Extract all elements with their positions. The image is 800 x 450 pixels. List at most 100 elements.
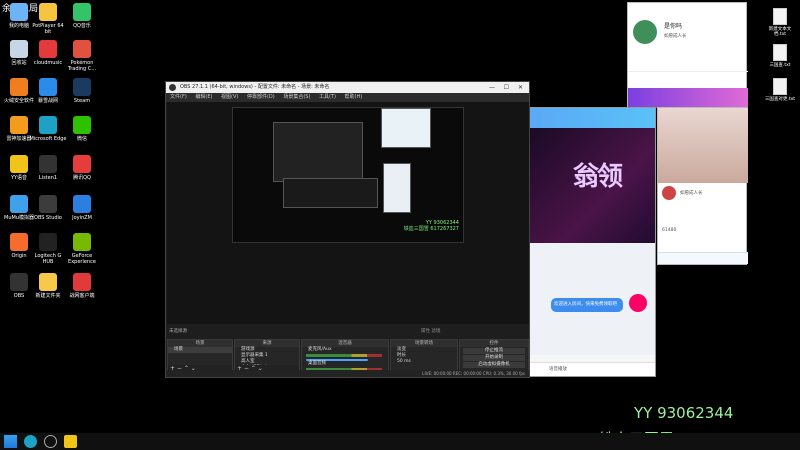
video-thumbnail[interactable] — [658, 108, 748, 183]
obs-logo-icon — [169, 84, 176, 91]
desktop-shortcut[interactable]: PotPlayer 64 bit — [29, 3, 67, 35]
profile-window[interactable]: 如愿成人长 61480 — [657, 107, 748, 265]
app-icon — [73, 155, 91, 173]
desktop-shortcut-label: Logitech G HUB — [34, 253, 62, 265]
profile-name: 如愿成人长 — [680, 191, 703, 196]
desktop-file-icon[interactable]: 新建文本文档.txt — [764, 8, 796, 37]
minimize-icon[interactable]: — — [489, 82, 495, 93]
desktop-shortcut[interactable]: 战网客户端 — [63, 273, 101, 299]
start-recording-button[interactable]: 开始录制 — [463, 355, 525, 361]
chat-bubble: 欢迎进入房间，快来免费领取吧 — [551, 298, 623, 312]
desktop-shortcut[interactable]: 暴雪战网 — [29, 78, 67, 104]
app-icon — [39, 273, 57, 291]
controls-dock-title: 控件 — [460, 340, 528, 347]
desktop-shortcut[interactable]: JoyinZM — [63, 195, 101, 221]
desktop-shortcut[interactable]: 腾讯QQ — [63, 155, 101, 181]
desktop-shortcut[interactable]: OBS Studio — [29, 195, 67, 221]
avatar[interactable] — [633, 20, 657, 44]
nested-obs-window — [273, 122, 363, 182]
menu-tools[interactable]: 工具(T) — [319, 94, 336, 100]
sources-dock-title: 来源 — [235, 340, 299, 347]
scenes-dock-title: 场景 — [168, 340, 232, 347]
profile-toolbar — [658, 252, 748, 264]
promo-banner[interactable] — [628, 88, 748, 108]
live-room-header[interactable] — [529, 108, 655, 128]
desktop-file-icon[interactable]: 三国查.txt — [764, 44, 796, 68]
no-source-selected-label: 未选择源 — [169, 329, 187, 334]
obs-taskbar-icon[interactable] — [44, 435, 57, 448]
app-icon — [10, 155, 28, 173]
desktop-file-icon[interactable]: 三国查对更.txt — [764, 78, 796, 102]
app-icon — [10, 273, 28, 291]
close-icon[interactable]: ✕ — [518, 82, 523, 93]
menu-help[interactable]: 帮助(H) — [345, 94, 363, 100]
menu-view[interactable]: 视图(V) — [221, 94, 238, 100]
mic-level-meter — [306, 354, 382, 357]
nested-chat-window — [383, 163, 411, 213]
desktop-file-label: 新建文本文档.txt — [768, 27, 792, 37]
desktop-shortcut[interactable]: Logitech G HUB — [29, 233, 67, 265]
menu-edit[interactable]: 编辑(E) — [195, 94, 212, 100]
desktop-shortcut-label: Pokémon Trading C... — [67, 60, 97, 72]
scene-item[interactable]: 场景 — [168, 347, 232, 353]
desktop-shortcut[interactable]: Steam — [63, 78, 101, 104]
text-file-icon — [773, 44, 787, 61]
start-menu-icon[interactable] — [4, 435, 17, 448]
app-icon — [73, 116, 91, 134]
edge-browser-icon[interactable] — [24, 435, 37, 448]
obs-statusbar: LIVE: 00:00:00 REC: 00:00:00 CPU: 0.3%, … — [166, 370, 529, 377]
obs-titlebar[interactable]: OBS 27.1.1 (64-bit, windows) - 配置文件: 未命名… — [166, 82, 529, 93]
desktop-shortcut[interactable]: 微信 — [63, 116, 101, 142]
chat-input-bar[interactable]: 语音播放 — [529, 362, 655, 376]
app-icon — [10, 195, 28, 213]
mini-chat-window[interactable]: 是你吗 如愿成人长 — [627, 2, 748, 108]
nested-mini-window — [381, 108, 431, 148]
app-icon — [73, 40, 91, 58]
desktop-file-label: 三国查对更.txt — [764, 97, 796, 102]
desktop-shortcut-label: GeForce Experience — [68, 253, 96, 265]
obs-preview-canvas[interactable]: YY 93062344 铁血三国雪 617267327 — [232, 107, 464, 243]
app-icon — [73, 3, 91, 21]
app-icon — [39, 3, 57, 21]
desktop-shortcut[interactable]: 新建文件夹 — [29, 273, 67, 299]
desktop-shortcut[interactable]: Microsoft Edge — [29, 116, 67, 142]
desktop-shortcut[interactable]: cloudmusic — [29, 40, 67, 66]
desktop-shortcut-label: Steam — [73, 98, 91, 104]
maximize-icon[interactable]: ☐ — [504, 82, 509, 93]
desktop-shortcut-label: 暴雪战网 — [37, 98, 58, 104]
desktop: 余生人局 我的电脑PotPlayer 64 bitQQ音乐回收站cloudmus… — [0, 0, 800, 450]
preview-overlay-text: YY 93062344 铁血三国雪 617267327 — [404, 220, 459, 232]
mini-tab-bar — [628, 71, 748, 85]
live-room-window[interactable]: 翁领 欢迎进入房间，快来免费领取吧 语音播放 — [528, 107, 656, 377]
desktop-shortcut-label: 微信 — [76, 136, 87, 142]
mixer-channel-name: 麦克风/Aux — [308, 347, 332, 352]
menu-scene-collection[interactable]: 场景集合(S) — [283, 94, 310, 100]
obs-window-title: OBS 27.1.1 (64-bit, windows) - 配置文件: 未命名… — [180, 84, 330, 90]
menu-docks[interactable]: 停靠部件(D) — [247, 94, 275, 100]
app-icon — [10, 40, 28, 58]
desktop-shortcut[interactable]: GeForce Experience — [63, 233, 101, 265]
desktop-shortcut[interactable]: Listen1 — [29, 155, 67, 181]
menu-file[interactable]: 文件(F) — [170, 94, 187, 100]
obs-window[interactable]: OBS 27.1.1 (64-bit, windows) - 配置文件: 未命名… — [165, 81, 530, 378]
stop-streaming-button[interactable]: 停止推流 — [463, 348, 525, 354]
desktop-shortcut-label: OBS Studio — [34, 215, 62, 221]
avatar[interactable] — [662, 186, 676, 200]
desktop-shortcut[interactable]: Pokémon Trading C... — [63, 40, 101, 72]
yy-taskbar-icon[interactable] — [64, 435, 77, 448]
virtual-camera-button[interactable]: 启动虚拟摄像机 — [463, 362, 525, 368]
app-icon — [73, 195, 91, 213]
mixer-channel-name: 桌面音频 — [308, 361, 326, 366]
transition-duration[interactable]: 50 ms — [391, 359, 457, 365]
desktop-shortcut-label: QQ音乐 — [73, 23, 91, 29]
live-banner: 翁领 — [529, 128, 655, 243]
desktop-shortcut-label: 腾讯QQ — [73, 175, 91, 181]
source-properties-buttons[interactable]: 属性 滤镜 — [421, 328, 440, 334]
app-icon — [73, 233, 91, 251]
obs-preview-area[interactable]: YY 93062344 铁血三国雪 617267327 — [167, 102, 529, 324]
app-icon — [10, 78, 28, 96]
nested-obs-docks — [283, 178, 378, 208]
desktop-shortcut[interactable]: QQ音乐 — [63, 3, 101, 29]
text-file-icon — [773, 8, 787, 25]
overlay-yy-number: YY 93062344 — [634, 404, 734, 422]
